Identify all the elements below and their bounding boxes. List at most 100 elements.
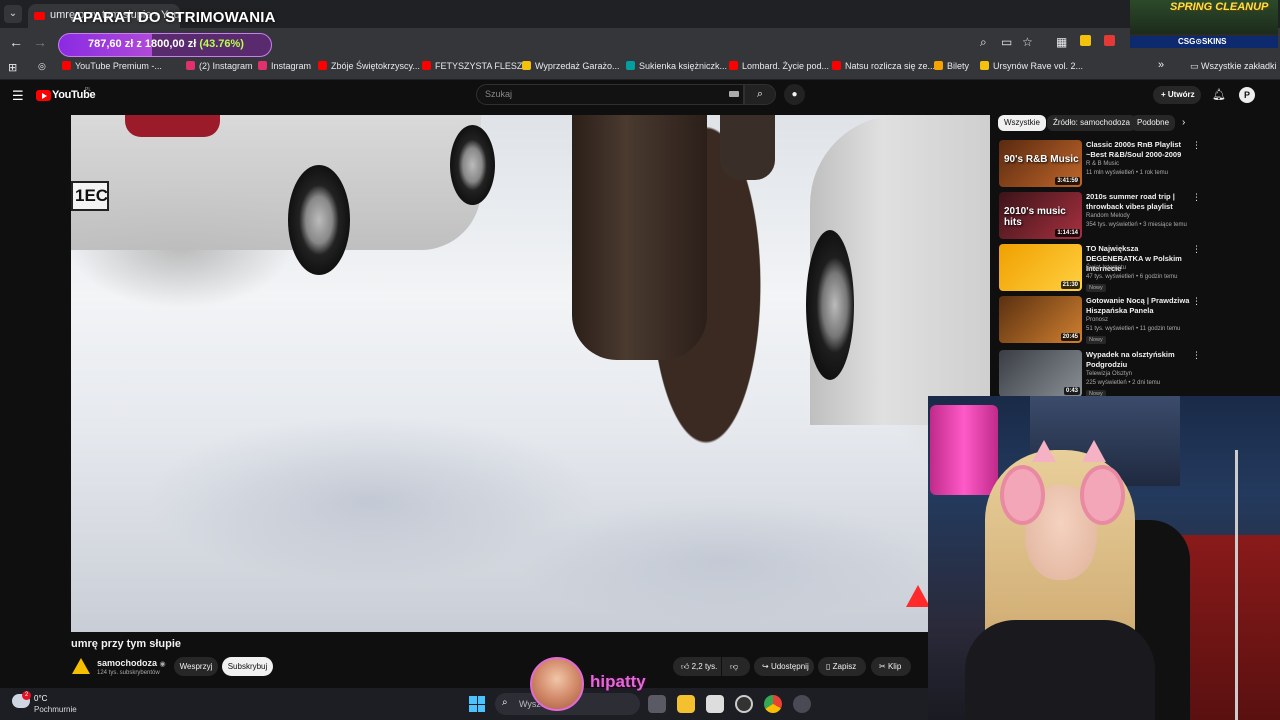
- like-button[interactable]: 👍︎ 2,2 tys.: [673, 657, 721, 676]
- video-thumbnail[interactable]: 21:30: [999, 244, 1082, 291]
- chip-source[interactable]: Źródło: samochodoza: [1047, 115, 1136, 131]
- bookmark-item[interactable]: Instagram: [258, 61, 311, 71]
- youtube-logo-icon[interactable]: [36, 90, 51, 101]
- chevron-right-icon[interactable]: ›: [1182, 117, 1185, 128]
- recommended-video[interactable]: 0:43 Wypadek na olsztyńskim Podgrodziu Tel…: [999, 350, 1269, 400]
- save-button[interactable]: ▯ Zapisz: [818, 657, 866, 676]
- bookmark-item[interactable]: Ursynów Rave vol. 2...: [980, 61, 1083, 71]
- more-options-icon[interactable]: ⋮: [1192, 350, 1201, 361]
- support-button[interactable]: Wesprzyj: [174, 657, 218, 676]
- settings-gear-icon[interactable]: [793, 695, 811, 713]
- bookmark-favicon-icon: [318, 61, 327, 70]
- dislike-button[interactable]: 👎︎: [722, 657, 750, 676]
- extension-icon[interactable]: ▦: [1056, 35, 1067, 49]
- recommended-video[interactable]: 21:30 TO Największa DEGENERATKA w Polskim…: [999, 244, 1269, 294]
- chrome-icon[interactable]: [764, 695, 782, 713]
- video-tail-light: [125, 115, 220, 137]
- chip-related[interactable]: Podobne: [1131, 115, 1176, 131]
- cast-icon[interactable]: ▭: [1001, 35, 1012, 49]
- recommended-channel[interactable]: Random Melody: [1086, 213, 1130, 219]
- bookmark-globe-icon[interactable]: ◎: [38, 61, 46, 72]
- bookmark-label: Zbóje Świętokrzyscy...: [331, 61, 420, 71]
- search-icon: ⌕: [756, 88, 764, 100]
- video-thumbnail[interactable]: 2010's music hits 1:14:14: [999, 192, 1082, 239]
- recommended-channel[interactable]: Pronosz: [1086, 317, 1108, 323]
- recommended-channel[interactable]: R & B Music: [1086, 161, 1119, 167]
- recommended-title[interactable]: Wypadek na olsztyńskim Podgrodziu: [1086, 350, 1191, 370]
- search-input[interactable]: [476, 84, 744, 105]
- windows-start-icon[interactable]: [469, 696, 485, 712]
- recommended-channel[interactable]: Świat Internetu: [1086, 265, 1126, 271]
- keyboard-icon[interactable]: [729, 91, 739, 97]
- hamburger-menu-icon[interactable]: ☰: [12, 88, 24, 104]
- share-label: Udostępnij: [770, 662, 809, 671]
- extension-k-icon[interactable]: [1080, 35, 1091, 46]
- bookmark-star-icon[interactable]: ☆: [1022, 35, 1033, 49]
- recommended-video[interactable]: 90's R&B Music 3:41:59 Classic 2000s RnB P…: [999, 140, 1269, 190]
- webcam-microphone: [930, 405, 998, 495]
- back-arrow-icon[interactable]: ←: [9, 34, 23, 50]
- search-button[interactable]: ⌕: [744, 84, 776, 105]
- bookmark-item[interactable]: (2) Instagram: [186, 61, 253, 71]
- task-view-icon[interactable]: [648, 695, 666, 713]
- forward-arrow-icon[interactable]: →: [33, 34, 47, 50]
- streamer-name: hipatty: [590, 672, 646, 691]
- recommended-title[interactable]: Gotowanie Nocą | Prawdziwa Hiszpańska Pa…: [1086, 296, 1191, 316]
- bookmark-item[interactable]: Lombard. Życie pod...: [729, 61, 829, 71]
- zoom-icon[interactable]: ⌕: [980, 35, 987, 50]
- share-button[interactable]: ↪ Udostępnij: [754, 657, 814, 676]
- store-icon[interactable]: [706, 695, 724, 713]
- weather-temperature[interactable]: 0°C: [34, 694, 47, 703]
- account-avatar[interactable]: P: [1239, 87, 1255, 103]
- weather-badge: 2: [22, 691, 31, 700]
- video-thumbnail[interactable]: 20:45: [999, 296, 1082, 343]
- bookmark-label: Ursynów Rave vol. 2...: [993, 61, 1084, 71]
- bookmark-item[interactable]: YouTube Premium -...: [62, 61, 162, 71]
- more-options-icon[interactable]: ⋮: [1192, 296, 1201, 307]
- all-bookmarks[interactable]: ▭ Wszystkie zakładki: [1190, 61, 1277, 72]
- recommended-meta: 51 tys. wyświetleń • 11 godzin temu: [1086, 326, 1181, 332]
- all-bookmarks-label: Wszystkie zakładki: [1201, 61, 1277, 71]
- apps-grid-icon[interactable]: ⊞: [8, 61, 17, 74]
- bookmark-label: FETYSZYSTA FLESZ...: [435, 61, 530, 71]
- weather-description[interactable]: Pochmurnie: [34, 705, 77, 714]
- bookmark-label: Lombard. Życie pod...: [742, 61, 830, 71]
- channel-avatar[interactable]: [71, 656, 91, 676]
- search-icon: ⌕: [502, 697, 508, 708]
- like-count: 2,2 tys.: [691, 662, 718, 671]
- bookmark-item[interactable]: Natsu rozlicza się ze...: [832, 61, 935, 71]
- voice-search-icon[interactable]: ●: [784, 84, 805, 105]
- extension-red-icon[interactable]: [1104, 35, 1115, 46]
- bookmark-favicon-icon: [626, 61, 635, 70]
- bookmark-item[interactable]: Wyprzedaż Garażo...: [522, 61, 619, 71]
- recommended-channel[interactable]: Telewizja Olsztyn: [1086, 371, 1132, 377]
- bookmark-item[interactable]: FETYSZYSTA FLESZ...: [422, 61, 530, 71]
- more-options-icon[interactable]: ⋮: [1192, 140, 1201, 151]
- more-bookmarks-icon[interactable]: »: [1158, 59, 1164, 71]
- subscribe-button[interactable]: Subskrybuj: [222, 657, 273, 676]
- tab-search-button[interactable]: ⌄: [4, 5, 22, 23]
- bookmark-item[interactable]: Zbóje Świętokrzyscy...: [318, 61, 420, 71]
- headphone-cup: [1000, 465, 1045, 525]
- more-options-icon[interactable]: ⋮: [1192, 192, 1201, 203]
- channel-name[interactable]: samochodoza ◉: [97, 658, 166, 668]
- webcam-streamer-body: [965, 620, 1155, 720]
- notifications-bell-icon[interactable]: 🔔︎: [1212, 88, 1226, 101]
- recommended-title[interactable]: Classic 2000s RnB Playlist ~Best R&B/Sou…: [1086, 140, 1191, 160]
- file-explorer-icon[interactable]: [677, 695, 695, 713]
- bookmark-favicon-icon: [62, 61, 71, 70]
- recommended-title[interactable]: 2010s summer road trip | throwback vibes…: [1086, 192, 1191, 212]
- bookmark-item[interactable]: Sukienka księżniczk...: [626, 61, 727, 71]
- recommended-video[interactable]: 20:45 Gotowanie Nocą | Prawdziwa Hiszpańs…: [999, 296, 1269, 346]
- new-badge: Nowy: [1086, 284, 1106, 292]
- video-thumbnail[interactable]: 90's R&B Music 3:41:59: [999, 140, 1082, 187]
- create-button[interactable]: + Utwórz: [1153, 86, 1201, 104]
- recommended-video[interactable]: 2010's music hits 1:14:14 2010s summer roa…: [999, 192, 1269, 242]
- video-thumbnail[interactable]: 0:43: [999, 350, 1082, 397]
- chip-all[interactable]: Wszystkie: [998, 115, 1046, 131]
- stream-overlay-title: APARAT DO STRIMOWANIA: [72, 9, 276, 26]
- bookmark-item[interactable]: Bilety: [934, 61, 969, 71]
- clip-button[interactable]: ✂ Klip: [871, 657, 911, 676]
- app-icon[interactable]: [735, 695, 753, 713]
- more-options-icon[interactable]: ⋮: [1192, 244, 1201, 255]
